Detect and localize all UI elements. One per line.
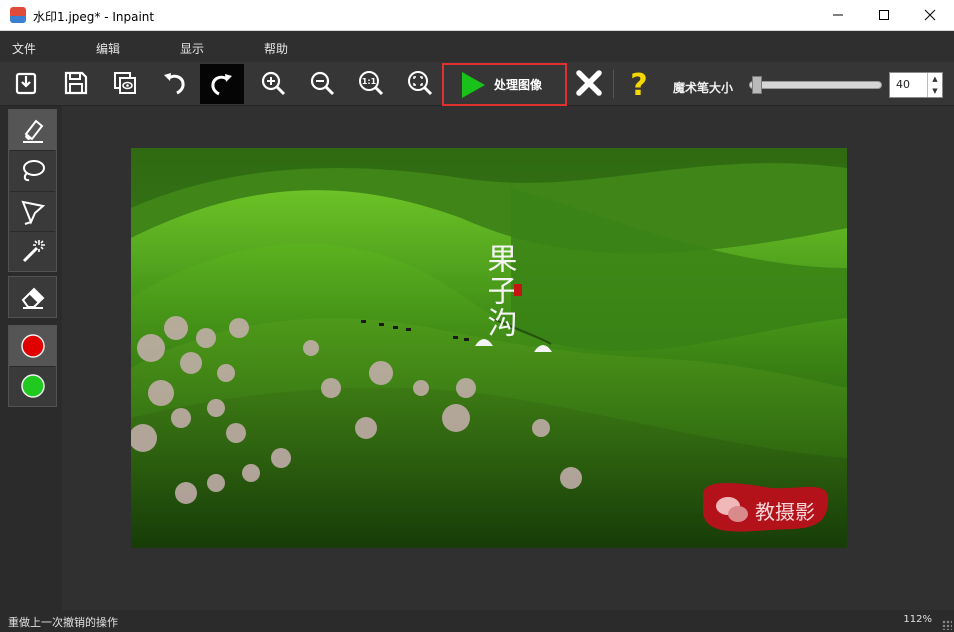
maximize-icon [879,10,889,20]
undo-button[interactable] [156,65,192,101]
menu-bar: 文件 编辑 显示 帮助 [0,31,954,62]
save-button[interactable] [58,65,94,101]
status-bar: 重做上一次撤销的操作 112% [0,610,954,632]
menu-help[interactable]: 帮助 [264,40,288,57]
save-as-icon [114,72,136,94]
zoom-out-icon [310,71,335,96]
redo-button[interactable] [200,64,244,104]
save-icon [64,71,88,95]
close-button[interactable] [907,0,953,30]
polygon-lasso-icon [20,200,45,225]
process-image-button[interactable]: 处理图像 [442,63,567,106]
cancel-x-icon [576,70,602,96]
help-button[interactable]: ? [621,65,657,101]
menu-view[interactable]: 显示 [180,40,204,57]
brush-size-value[interactable]: 40 [896,78,910,91]
brush-size-label: 魔术笔大小 [673,81,734,95]
status-message: 重做上一次撤销的操作 [8,616,118,629]
image-preview[interactable]: 果子沟 教摄影 [131,148,847,548]
fit-button[interactable] [402,65,438,101]
green-color-button[interactable] [9,366,56,406]
brush-size-slider[interactable] [749,81,882,89]
zoom-out-button[interactable] [304,65,340,101]
open-icon [15,72,37,95]
brush-size-slider-thumb[interactable] [752,76,762,94]
cancel-button[interactable] [571,65,607,101]
save-as-button[interactable] [107,65,143,101]
process-image-label: 处理图像 [494,78,543,92]
help-icon: ? [630,68,647,99]
spin-arrows[interactable]: ▲ ▼ [927,73,942,97]
actual-size-button[interactable]: 1:1 [353,65,389,101]
eraser-icon [21,287,44,309]
menu-file[interactable]: 文件 [12,40,36,57]
actual-size-label: 1:1 [362,77,377,86]
magic-wand-icon [22,240,45,263]
actual-size-icon: 1:1 [359,71,384,96]
calligraphy-seal [514,284,522,296]
zoom-in-button[interactable] [255,65,291,101]
brush-size-spinbox[interactable]: 40 ▲ ▼ [889,72,943,98]
toolbar-separator [613,70,614,98]
zoom-level: 112% [903,614,932,625]
watermark-badge: 教摄影 [703,483,829,532]
minimize-button[interactable] [815,0,861,30]
open-button[interactable] [8,65,44,101]
eraser-tool[interactable] [9,277,56,317]
marker-icon [22,119,43,143]
redo-icon [211,74,232,96]
help-glyph: ? [630,68,647,99]
app-icon [10,7,26,23]
window-title: 水印1.jpeg* - Inpaint [33,10,155,24]
maximize-button[interactable] [861,0,907,30]
watermark-text: 教摄影 [755,500,815,524]
marker-tool[interactable] [9,110,56,150]
polygon-lasso-tool[interactable] [9,191,56,231]
play-icon [462,71,485,98]
lasso-icon [22,160,45,182]
title-bar: 水印1.jpeg* - Inpaint [0,0,954,31]
minimize-icon [833,14,843,16]
zoom-in-icon [261,71,286,96]
magic-wand-tool[interactable] [9,231,56,271]
landscape-photo: 果子沟 教摄影 [131,148,847,548]
green-color-swatch [20,374,45,398]
fit-icon [408,71,433,96]
close-icon [924,9,936,21]
spin-up-icon[interactable]: ▲ [928,73,942,85]
undo-icon [164,73,185,95]
resize-grip[interactable] [942,620,952,630]
red-color-swatch [20,334,45,358]
spin-down-icon[interactable]: ▼ [928,85,942,97]
lasso-tool[interactable] [9,151,56,191]
red-color-button[interactable] [9,326,56,366]
calligraphy-text: 果子沟 [482,243,517,339]
menu-edit[interactable]: 编辑 [96,40,120,57]
